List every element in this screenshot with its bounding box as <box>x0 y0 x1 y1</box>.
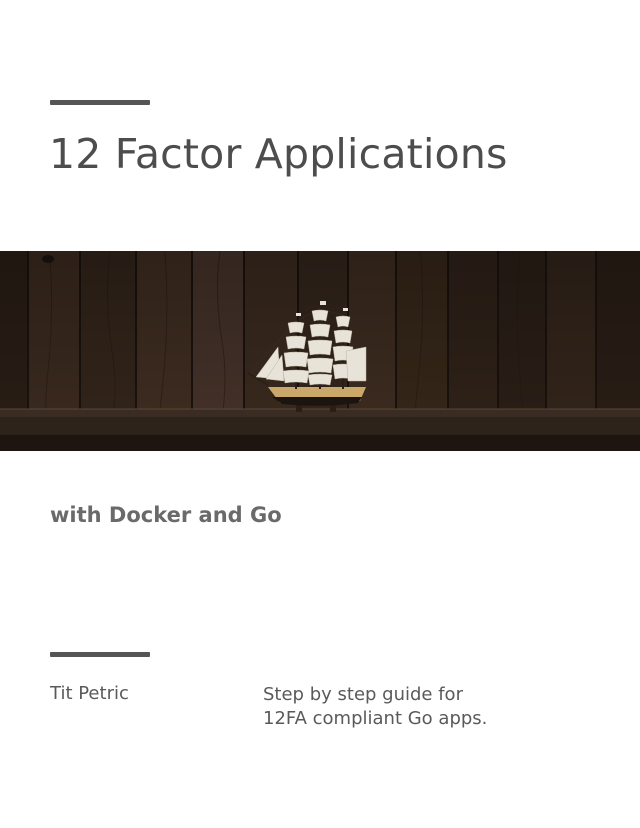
shelf <box>0 408 640 451</box>
book-subtitle: with Docker and Go <box>50 503 282 527</box>
top-accent-rule <box>50 100 150 105</box>
bottom-accent-rule <box>50 652 150 657</box>
book-tagline: Step by step guide for 12FA compliant Go… <box>263 683 487 731</box>
cover-image <box>0 251 640 451</box>
tagline-line: Step by step guide for <box>263 684 463 705</box>
tagline-line: 12FA compliant Go apps. <box>263 708 488 729</box>
ship-on-shelf-illustration <box>0 251 640 451</box>
book-title: 12 Factor Applications <box>49 130 508 178</box>
author-name: Tit Petric <box>50 683 129 704</box>
